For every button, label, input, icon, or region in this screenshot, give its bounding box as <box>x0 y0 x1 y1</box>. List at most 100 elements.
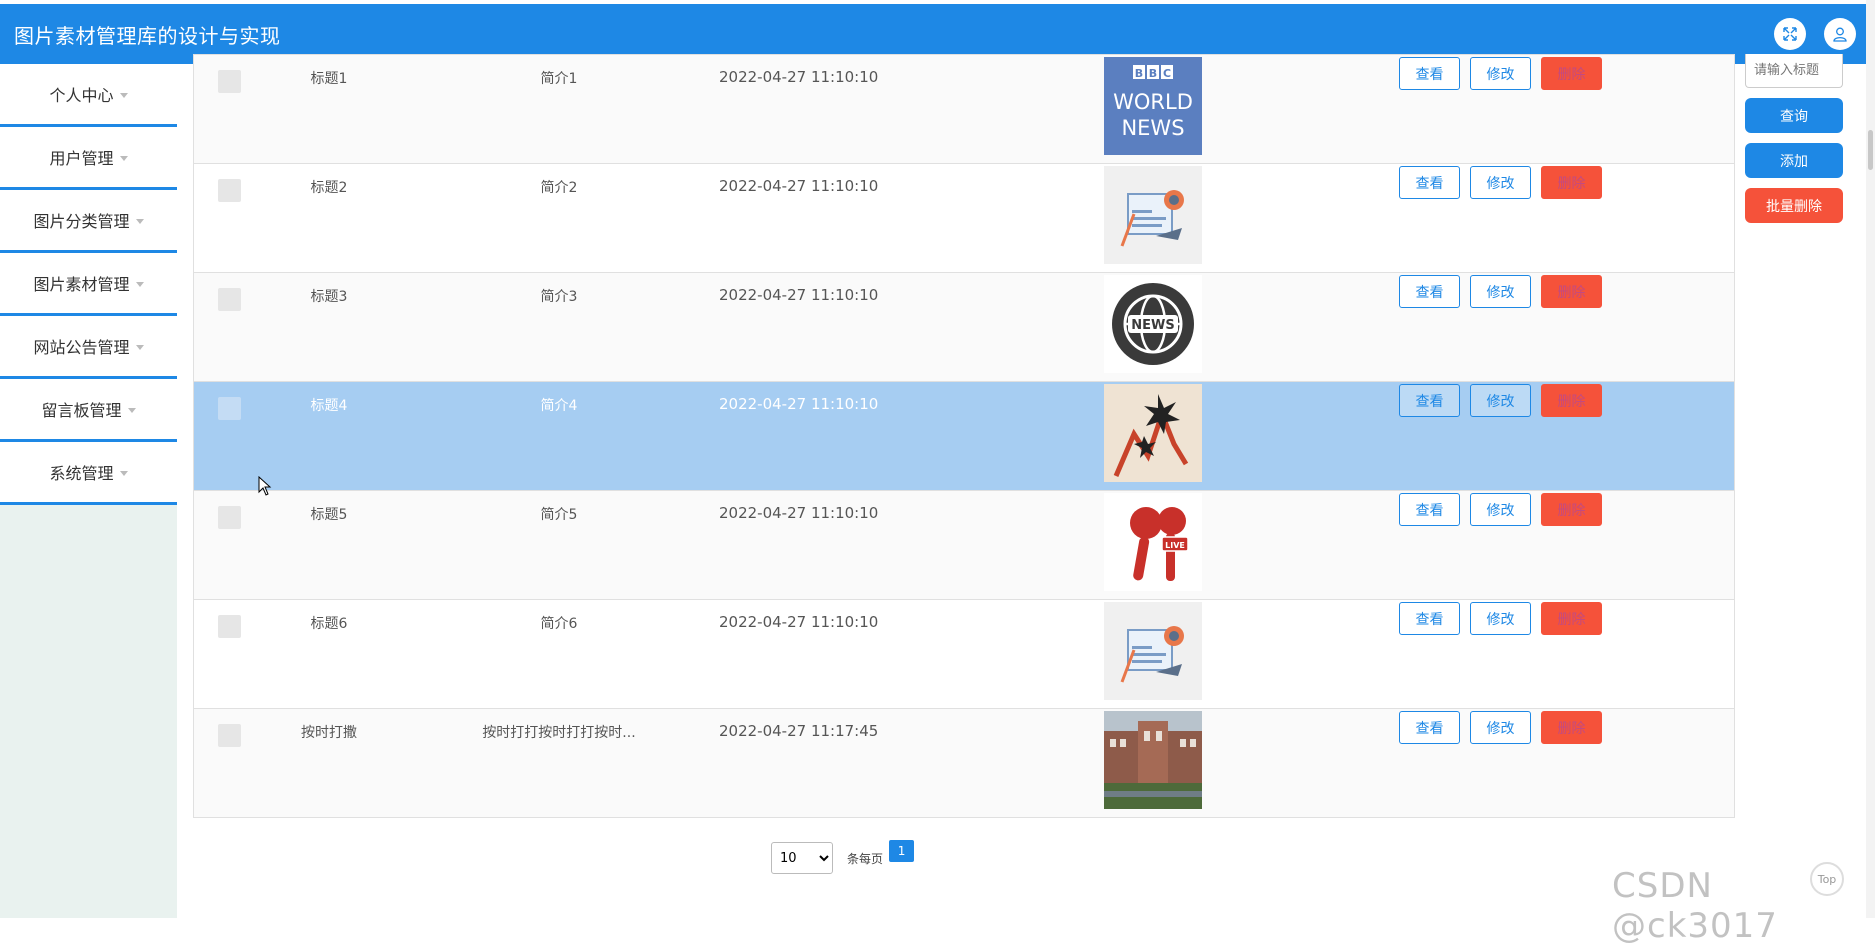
sidebar-item-label: 个人中心 <box>49 86 114 105</box>
row-thumbnail[interactable] <box>1104 166 1202 264</box>
sidebar-item-label: 系统管理 <box>49 464 114 483</box>
page-button-1[interactable]: 1 <box>889 840 915 862</box>
query-button[interactable]: 查询 <box>1745 98 1843 133</box>
row-date: 2022-04-27 11:10:10 <box>719 613 879 631</box>
caret-down-icon <box>119 92 128 98</box>
page-size-select[interactable]: 10 <box>771 842 833 874</box>
row-thumbnail[interactable]: B B C WORLD NEWS <box>1104 57 1202 155</box>
row-date: 2022-04-27 11:10:10 <box>719 286 879 304</box>
delete-button[interactable]: 删除 <box>1541 166 1602 199</box>
view-button[interactable]: 查看 <box>1399 275 1460 308</box>
view-button[interactable]: 查看 <box>1399 166 1460 199</box>
caret-down-icon <box>127 407 136 413</box>
view-button[interactable]: 查看 <box>1399 493 1460 526</box>
sidebar-item-user-management[interactable]: 用户管理 <box>0 127 177 190</box>
sidebar-item-announcement[interactable]: 网站公告管理 <box>0 316 177 379</box>
view-button[interactable]: 查看 <box>1399 602 1460 635</box>
table-row[interactable]: 标题4 简介4 2022-04-27 11:10:10 查看 修改 删除 <box>194 381 1734 490</box>
material-table: 标题1 简介1 2022-04-27 11:10:10 B B C WORLD … <box>193 54 1735 818</box>
table-row[interactable]: 标题2 简介2 2022-04-27 11:10:10 查看 修改 删除 <box>194 163 1734 272</box>
sidebar-item-message-board[interactable]: 留言板管理 <box>0 379 177 442</box>
delete-button[interactable]: 删除 <box>1541 57 1602 90</box>
row-thumbnail[interactable] <box>1104 384 1202 482</box>
svg-text:B: B <box>1149 67 1157 80</box>
fullscreen-icon <box>1783 27 1797 41</box>
row-checkbox[interactable] <box>218 506 241 529</box>
row-checkbox[interactable] <box>218 179 241 202</box>
caret-down-icon <box>135 344 144 350</box>
row-intro: 按时打打按时打打按时... <box>482 725 636 741</box>
edit-button[interactable]: 修改 <box>1470 275 1531 308</box>
delete-button[interactable]: 删除 <box>1541 602 1602 635</box>
table-row[interactable]: 标题6 简介6 2022-04-27 11:10:10 查看 修改 删除 <box>194 599 1734 708</box>
mouse-cursor-icon <box>258 476 272 496</box>
row-title: 按时打撒 <box>301 725 357 741</box>
sidebar-item-image-material[interactable]: 图片素材管理 <box>0 253 177 316</box>
caret-down-icon <box>119 470 128 476</box>
row-title: 标题6 <box>310 616 348 632</box>
view-button[interactable]: 查看 <box>1399 711 1460 744</box>
edit-button[interactable]: 修改 <box>1470 711 1531 744</box>
add-button[interactable]: 添加 <box>1745 143 1843 178</box>
row-thumbnail[interactable]: LIVE <box>1104 493 1202 591</box>
sidebar-item-label: 用户管理 <box>49 149 114 168</box>
back-to-top-button[interactable]: Top <box>1810 862 1844 896</box>
row-date: 2022-04-27 11:10:10 <box>719 504 879 522</box>
sidebar-item-label: 图片素材管理 <box>33 275 130 294</box>
delete-button[interactable]: 删除 <box>1541 711 1602 744</box>
sidebar-item-image-category[interactable]: 图片分类管理 <box>0 190 177 253</box>
row-intro: 简介3 <box>540 289 578 305</box>
row-intro: 简介6 <box>540 616 578 632</box>
fullscreen-button[interactable] <box>1774 18 1806 50</box>
table-row[interactable]: 标题1 简介1 2022-04-27 11:10:10 B B C WORLD … <box>194 54 1734 163</box>
row-intro: 简介1 <box>540 71 578 87</box>
row-date: 2022-04-27 11:17:45 <box>719 722 879 740</box>
edit-button[interactable]: 修改 <box>1470 57 1531 90</box>
action-panel: 查询 添加 批量删除 <box>1745 54 1845 223</box>
batch-delete-button[interactable]: 批量删除 <box>1745 188 1843 223</box>
row-checkbox[interactable] <box>218 724 241 747</box>
row-thumbnail[interactable]: NEWS <box>1104 275 1202 373</box>
table-row[interactable]: 标题3 简介3 2022-04-27 11:10:10 NEWS 查看 修改 删… <box>194 272 1734 381</box>
row-checkbox[interactable] <box>218 397 241 420</box>
sidebar-item-label: 网站公告管理 <box>33 338 130 357</box>
delete-button[interactable]: 删除 <box>1541 493 1602 526</box>
row-checkbox[interactable] <box>218 288 241 311</box>
edit-button[interactable]: 修改 <box>1470 384 1531 417</box>
delete-button[interactable]: 删除 <box>1541 384 1602 417</box>
row-title: 标题3 <box>310 289 348 305</box>
row-checkbox[interactable] <box>218 615 241 638</box>
row-title: 标题2 <box>310 180 348 196</box>
row-date: 2022-04-27 11:10:10 <box>719 177 879 195</box>
search-input[interactable] <box>1745 54 1843 88</box>
svg-text:NEWS: NEWS <box>1121 116 1184 140</box>
row-checkbox[interactable] <box>218 70 241 93</box>
sidebar-item-system[interactable]: 系统管理 <box>0 442 177 505</box>
window-scrollbar-thumb[interactable] <box>1868 130 1873 170</box>
per-page-label: 条每页 <box>847 851 884 866</box>
delete-button[interactable]: 删除 <box>1541 275 1602 308</box>
row-title: 标题1 <box>310 71 348 87</box>
svg-text:NEWS: NEWS <box>1131 318 1174 333</box>
sidebar: 个人中心 用户管理 图片分类管理 图片素材管理 网站公告管理 留言板管理 系统管… <box>0 64 177 918</box>
table-row[interactable]: 标题5 简介5 2022-04-27 11:10:10 LIVE 查看 修改 删… <box>194 490 1734 599</box>
edit-button[interactable]: 修改 <box>1470 493 1531 526</box>
edit-button[interactable]: 修改 <box>1470 602 1531 635</box>
user-button[interactable] <box>1824 18 1856 50</box>
row-thumbnail[interactable] <box>1104 602 1202 700</box>
row-thumbnail[interactable] <box>1104 711 1202 809</box>
row-title: 标题4 <box>310 398 348 414</box>
edit-button[interactable]: 修改 <box>1470 166 1531 199</box>
view-button[interactable]: 查看 <box>1399 384 1460 417</box>
row-intro: 简介5 <box>540 507 578 523</box>
caret-down-icon <box>135 218 144 224</box>
table-row[interactable]: 按时打撒 按时打打按时打打按时... 2022-04-27 11:17:45 查… <box>194 708 1734 817</box>
svg-text:B: B <box>1135 67 1143 80</box>
sidebar-item-label: 留言板管理 <box>41 401 122 420</box>
svg-text:WORLD: WORLD <box>1113 90 1193 114</box>
row-intro: 简介2 <box>540 180 578 196</box>
view-button[interactable]: 查看 <box>1399 57 1460 90</box>
app-title: 图片素材管理库的设计与实现 <box>14 23 281 48</box>
row-intro: 简介4 <box>540 398 578 414</box>
sidebar-item-personal-center[interactable]: 个人中心 <box>0 64 177 127</box>
